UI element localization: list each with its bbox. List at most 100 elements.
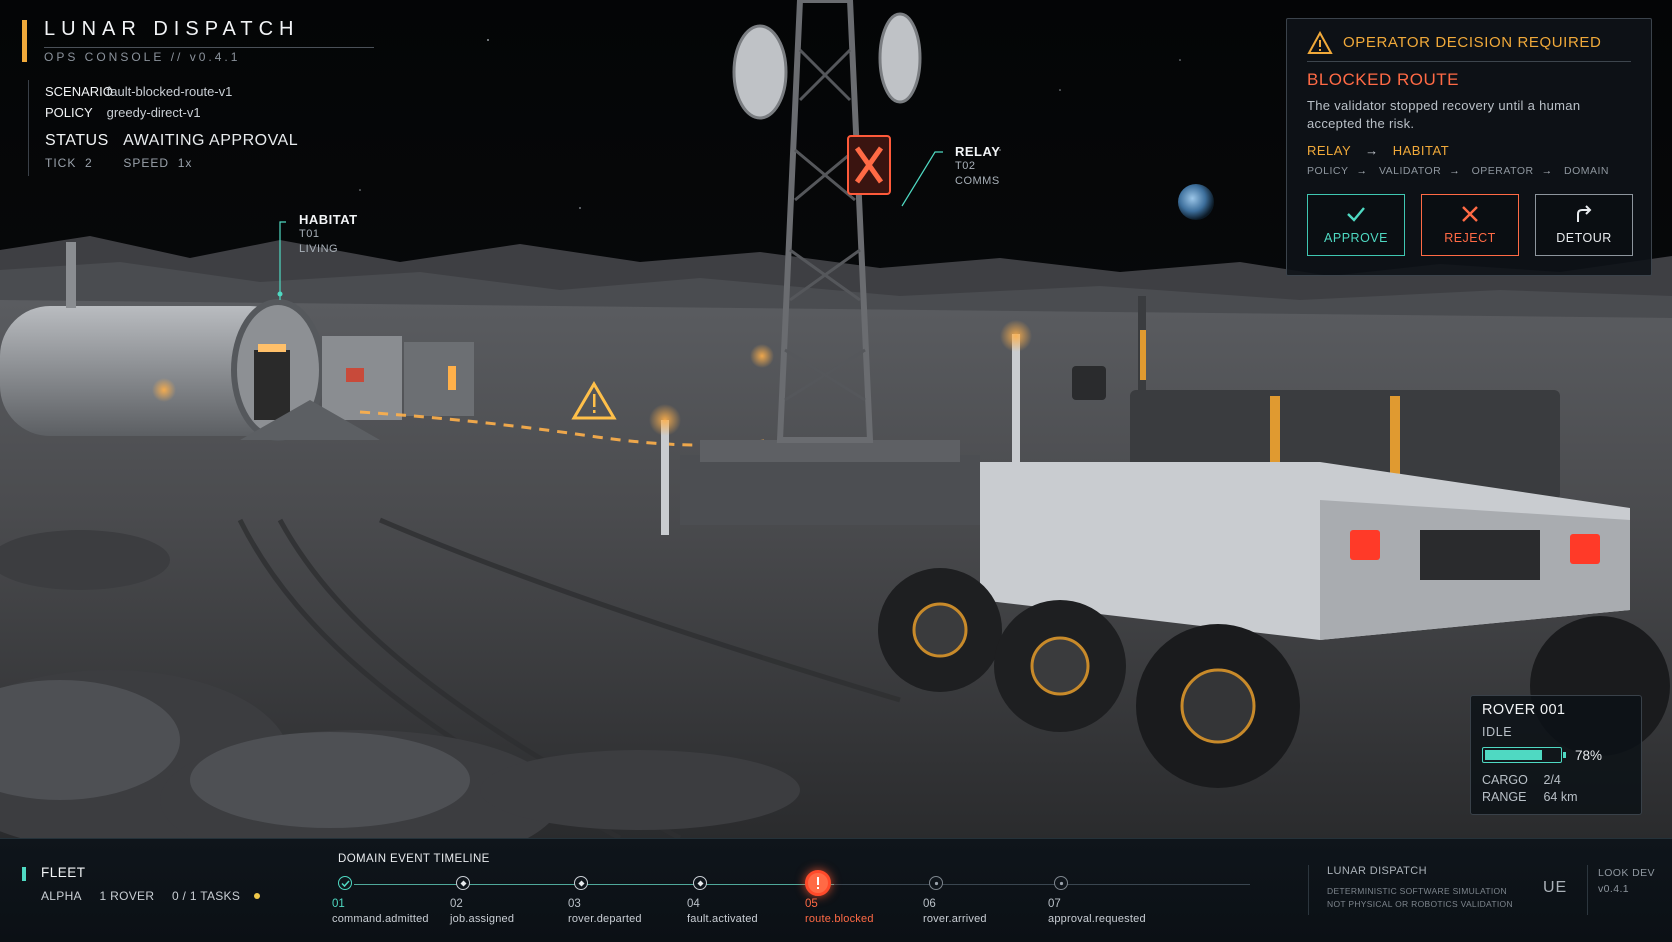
chain-step: OPERATOR [1471, 165, 1534, 177]
timeline-event-number: 03 [568, 898, 581, 910]
timeline-event-number: 02 [450, 898, 463, 910]
fleet-accent-bar [22, 867, 26, 881]
relay-label[interactable]: RELAY T02 COMMS [955, 144, 1000, 189]
tick-value: 2 [85, 156, 93, 170]
rover-status-card[interactable]: ROVER 001 IDLE 78% CARGO 2/4 RANGE 64 km [1470, 695, 1642, 815]
timeline-event-label: job.assigned [450, 913, 515, 925]
approve-button[interactable]: APPROVE [1307, 194, 1405, 256]
chain-arrow-icon: → [1541, 165, 1553, 177]
range-value: 64 km [1543, 790, 1578, 804]
timeline-event-label: command.admitted [332, 913, 429, 925]
chain-step: DOMAIN [1564, 165, 1610, 177]
rover-name: ROVER 001 [1482, 702, 1566, 718]
footer-line-2: NOT PHYSICAL OR ROBOTICS VALIDATION [1327, 899, 1513, 909]
scenario-label: SCENARIO [45, 84, 113, 99]
event-node-icon [693, 876, 707, 890]
decision-route: RELAY → HABITAT [1307, 143, 1449, 158]
route-arrow-icon: → [1365, 143, 1379, 158]
timeline-event-label: approval.requested [1048, 913, 1146, 925]
timeline-title: DOMAIN EVENT TIMELINE [338, 853, 490, 865]
reject-button-label: REJECT [1444, 231, 1496, 245]
chain-arrow-icon: → [1356, 165, 1368, 177]
detour-button[interactable]: DETOUR [1535, 194, 1633, 256]
fleet-status-dot [253, 893, 260, 899]
timeline-event-label: fault.activated [687, 913, 758, 925]
fleet-title: FLEET [41, 865, 86, 880]
relay-id: T02 [955, 160, 976, 172]
footer-line-1: DETERMINISTIC SOFTWARE SIMULATION [1327, 886, 1507, 896]
speed-value: 1x [177, 156, 193, 170]
tick-label: TICK [45, 156, 77, 170]
scenario-info: SCENARIO fault-blocked-route-v1 POLICY g… [28, 80, 329, 176]
event-node-icon [929, 876, 943, 890]
habitat-id: T01 [299, 228, 320, 240]
route-from: RELAY [1307, 143, 1351, 158]
timeline-event-label: rover.departed [568, 913, 642, 925]
earth-sphere [1178, 184, 1214, 220]
timeline-event-number: 05 [805, 898, 818, 910]
decision-chain: POLICY → VALIDATOR → OPERATOR → DOMAIN [1307, 165, 1609, 177]
habitat-label[interactable]: HABITAT T01 LIVING [299, 212, 358, 257]
approve-button-label: APPROVE [1324, 231, 1388, 245]
footer-info: LUNAR DISPATCH DETERMINISTIC SOFTWARE SI… [1308, 865, 1665, 915]
timeline-event-number: 06 [923, 898, 936, 910]
policy-value: greedy-direct-v1 [106, 105, 201, 120]
app-subtitle: OPS CONSOLE // v0.4.1 [44, 50, 241, 64]
timeline-event-number: 04 [687, 898, 700, 910]
battery-percent: 78% [1575, 748, 1603, 763]
timeline-event-label: route.blocked [805, 913, 874, 925]
event-node-icon [456, 876, 470, 890]
battery-cap [1563, 752, 1566, 758]
timeline-event-label: rover.arrived [923, 913, 987, 925]
bottom-bar: FLEET ALPHA 1 ROVER 0 / 1 TASKS DOMAIN E… [0, 838, 1672, 942]
tick-speed-row: TICK 2 SPEED 1x [45, 156, 192, 170]
scenario-row: SCENARIO fault-blocked-route-v1 [45, 84, 232, 99]
speed-label: SPEED [123, 156, 170, 170]
fleet-row: ALPHA 1 ROVER 0 / 1 TASKS [41, 889, 274, 903]
timeline-event-number: 01 [332, 898, 345, 910]
range-label: RANGE [1482, 790, 1527, 804]
route-to: HABITAT [1392, 143, 1450, 158]
relay-type: COMMS [955, 175, 1000, 187]
engine-logo: UE [1543, 879, 1568, 896]
check-icon [1347, 207, 1365, 222]
event-timeline: DOMAIN EVENT TIMELINE 01 command.admitted… [332, 847, 1258, 937]
status-value: AWAITING APPROVAL [123, 132, 299, 149]
chain-step: VALIDATOR [1378, 165, 1442, 177]
build-label: LOOK DEV [1598, 867, 1655, 879]
build-version: v0.4.1 [1598, 883, 1630, 895]
fleet-rovers: 1 ROVER [99, 889, 155, 903]
footer-disclaimer: DETERMINISTIC SOFTWARE SIMULATION NOT PH… [1327, 885, 1513, 911]
timeline-progress [354, 884, 834, 885]
decision-title: BLOCKED ROUTE [1307, 70, 1459, 89]
reject-button[interactable]: REJECT [1421, 194, 1519, 256]
build-info: LOOK DEV v0.4.1 [1587, 865, 1655, 915]
timeline-event-number: 07 [1048, 898, 1061, 910]
cargo-value: 2/4 [1543, 773, 1561, 787]
app-title: LUNAR DISPATCH [44, 18, 300, 40]
alert-icon [805, 870, 831, 896]
footer-title: LUNAR DISPATCH [1327, 865, 1427, 877]
warning-icon [1307, 31, 1333, 54]
fleet-tasks: 0 / 1 TASKS [171, 889, 241, 903]
detour-arrow-icon [1577, 205, 1592, 222]
check-circle-icon [338, 876, 352, 890]
fleet-name: ALPHA [41, 889, 82, 903]
brand-accent-bar [22, 20, 27, 62]
close-icon [1462, 206, 1478, 222]
speed-readout: SPEED 1x [123, 156, 192, 170]
event-node-icon [574, 876, 588, 890]
policy-row: POLICY greedy-direct-v1 [45, 105, 201, 120]
decision-header: OPERATOR DECISION REQUIRED [1307, 29, 1631, 59]
range-row: RANGE 64 km [1482, 790, 1578, 804]
operator-decision-panel: OPERATOR DECISION REQUIRED BLOCKED ROUTE… [1286, 18, 1652, 276]
event-node-icon [1054, 876, 1068, 890]
cargo-row: CARGO 2/4 [1482, 773, 1561, 787]
habitat-name: HABITAT [299, 212, 358, 227]
policy-label: POLICY [45, 105, 93, 120]
relay-name: RELAY [955, 144, 1001, 159]
chain-step: POLICY [1307, 165, 1349, 177]
tick-readout: TICK 2 [45, 156, 119, 170]
decision-description: The validator stopped recovery until a h… [1307, 98, 1581, 131]
cargo-label: CARGO [1482, 773, 1528, 787]
